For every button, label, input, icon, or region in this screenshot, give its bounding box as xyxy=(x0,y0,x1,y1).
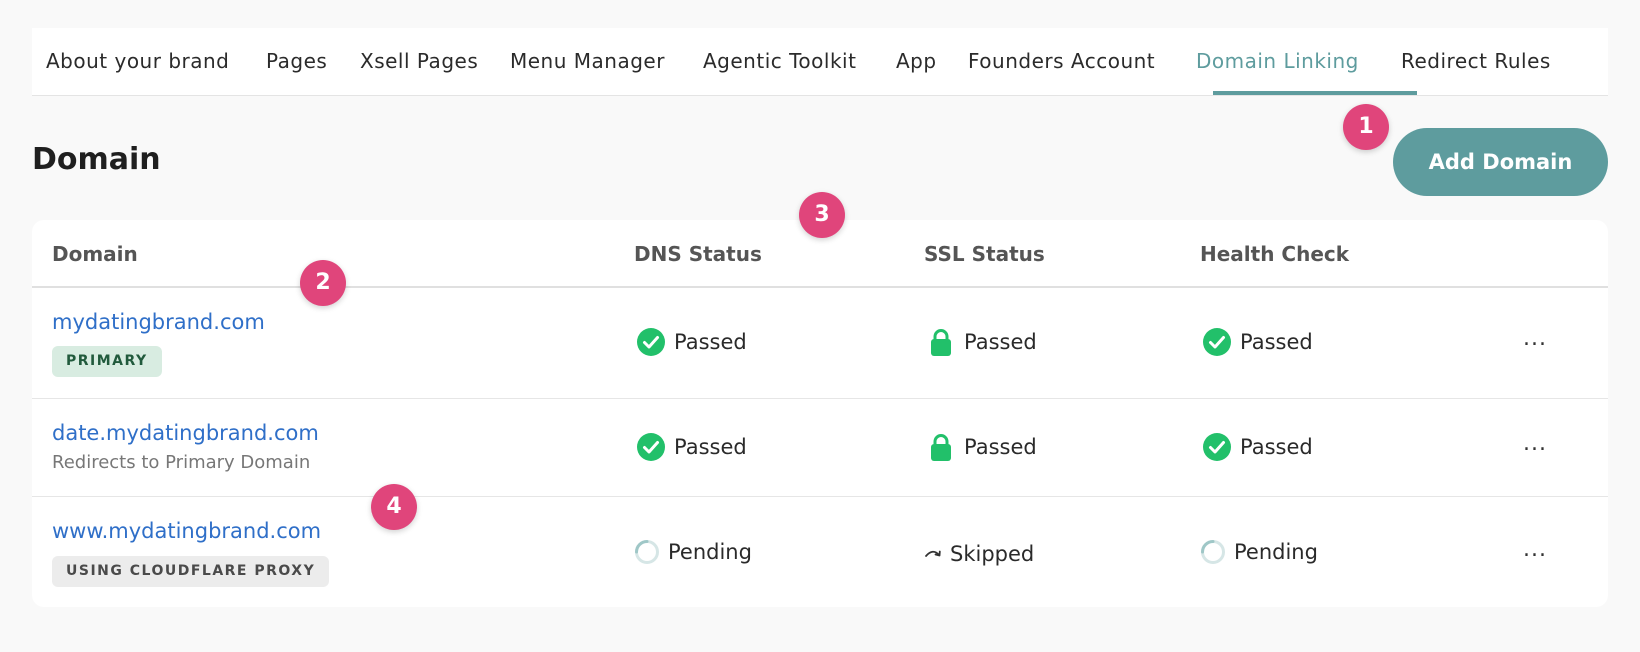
primary-badge: PRIMARY xyxy=(52,346,162,377)
ssl-status: Passed xyxy=(926,432,1037,462)
health-check-label: Passed xyxy=(1240,330,1313,354)
dns-status-label: Pending xyxy=(668,540,752,564)
tab-pages[interactable]: Pages xyxy=(266,28,327,96)
page: About your brand Pages Xsell Pages Menu … xyxy=(0,0,1640,652)
page-title: Domain xyxy=(32,142,161,177)
check-circle-icon xyxy=(1203,433,1231,461)
health-check-label: Passed xyxy=(1240,435,1313,459)
tab-about-your-brand[interactable]: About your brand xyxy=(46,28,229,96)
column-header-ssl-status: SSL Status xyxy=(924,242,1045,266)
dns-status: Passed xyxy=(636,327,747,357)
cloudflare-proxy-badge: USING CLOUDFLARE PROXY xyxy=(52,556,330,587)
row-actions-menu[interactable]: ... xyxy=(1517,328,1553,359)
dns-status-label: Passed xyxy=(674,330,747,354)
domain-link[interactable]: date.mydatingbrand.com xyxy=(52,421,319,445)
ssl-status-label: Passed xyxy=(964,330,1037,354)
health-check-status: Passed xyxy=(1202,432,1313,462)
spinner-icon xyxy=(1201,540,1225,564)
column-header-domain: Domain xyxy=(52,242,138,266)
row-divider xyxy=(32,398,1608,399)
dns-status-label: Passed xyxy=(674,435,747,459)
column-header-health-check: Health Check xyxy=(1200,242,1350,266)
tab-redirect-rules[interactable]: Redirect Rules xyxy=(1401,28,1551,96)
domain-link[interactable]: mydatingbrand.com xyxy=(52,310,265,334)
annotation-marker-3: 3 xyxy=(799,192,845,238)
check-circle-icon xyxy=(1203,328,1231,356)
dns-status: Pending xyxy=(634,537,752,567)
spinner-icon xyxy=(635,540,659,564)
tab-domain-linking[interactable]: Domain Linking xyxy=(1196,28,1359,96)
row-actions-menu[interactable]: ... xyxy=(1517,433,1553,464)
annotation-marker-4: 4 xyxy=(371,484,417,530)
ssl-status: Skipped xyxy=(924,539,1034,569)
skip-arrow-icon xyxy=(925,550,941,557)
column-header-dns-status: DNS Status xyxy=(634,242,762,266)
header-divider xyxy=(32,286,1608,288)
active-tab-indicator xyxy=(1213,91,1417,95)
tab-app[interactable]: App xyxy=(896,28,937,96)
check-circle-icon xyxy=(637,328,665,356)
annotation-marker-2: 2 xyxy=(300,260,346,306)
annotation-marker-1: 1 xyxy=(1343,104,1389,150)
redirect-note: Redirects to Primary Domain xyxy=(52,452,311,473)
add-domain-button[interactable]: Add Domain xyxy=(1393,128,1608,196)
health-check-status: Passed xyxy=(1202,327,1313,357)
check-circle-icon xyxy=(637,433,665,461)
row-divider xyxy=(32,496,1608,497)
dns-status: Passed xyxy=(636,432,747,462)
row-actions-menu[interactable]: ... xyxy=(1517,539,1553,570)
health-check-label: Pending xyxy=(1234,540,1318,564)
lock-icon xyxy=(931,434,951,461)
ssl-status-label: Skipped xyxy=(950,542,1035,566)
tab-bar: About your brand Pages Xsell Pages Menu … xyxy=(32,28,1608,96)
tab-founders-account[interactable]: Founders Account xyxy=(968,28,1155,96)
health-check-status: Pending xyxy=(1200,537,1318,567)
lock-icon xyxy=(931,329,951,356)
domain-link[interactable]: www.mydatingbrand.com xyxy=(52,519,321,543)
tab-xsell-pages[interactable]: Xsell Pages xyxy=(360,28,478,96)
tab-menu-manager[interactable]: Menu Manager xyxy=(510,28,665,96)
ssl-status-label: Passed xyxy=(964,435,1037,459)
domain-table: Domain DNS Status SSL Status Health Chec… xyxy=(32,220,1608,607)
ssl-status: Passed xyxy=(926,327,1037,357)
tab-agentic-toolkit[interactable]: Agentic Toolkit xyxy=(703,28,856,96)
